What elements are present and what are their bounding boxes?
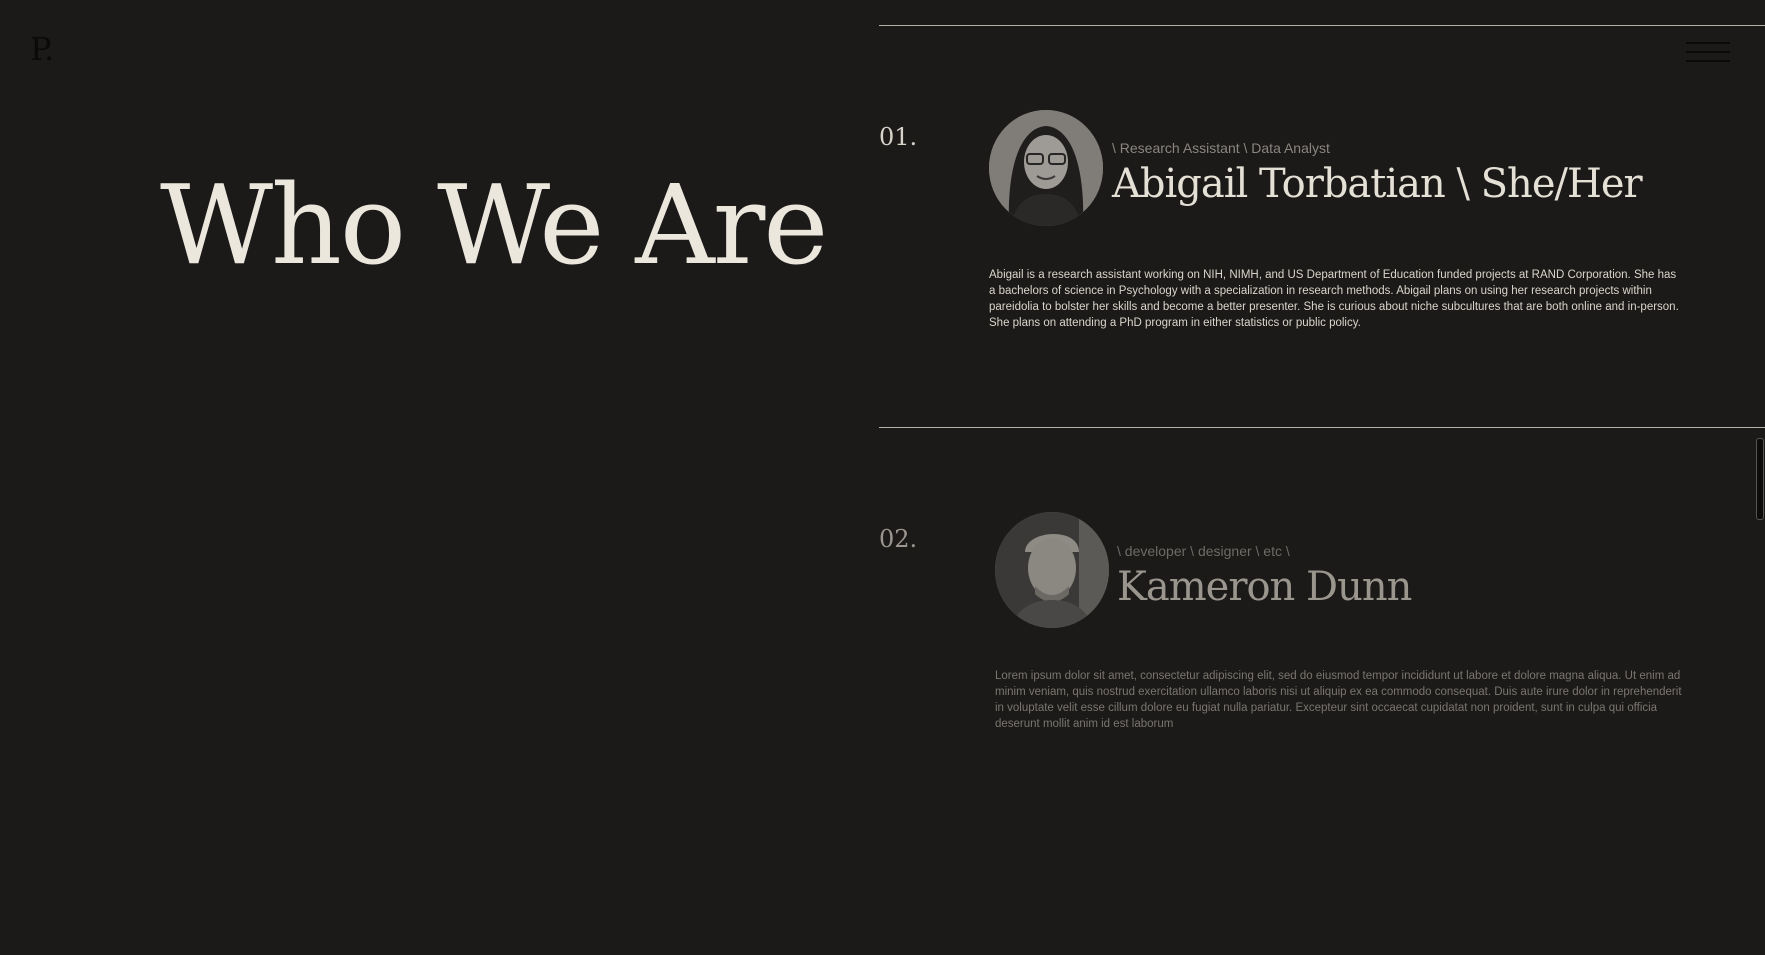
section-divider [879,427,1765,428]
member-roles: \ Research Assistant \ Data Analyst [1112,140,1330,156]
portrait-image [995,512,1109,628]
member-name: Abigail Torbatian \ She/Her [1112,161,1643,207]
hamburger-menu-icon[interactable] [1686,38,1730,64]
member-photo [989,110,1103,226]
menu-line [1686,51,1730,53]
member-photo [995,512,1109,628]
section-divider [879,25,1765,26]
member-name: Kameron Dunn [1117,564,1412,610]
site-logo[interactable]: P. [30,30,54,68]
member-bio: Abigail is a research assistant working … [989,269,1679,329]
menu-line [1686,60,1730,62]
menu-line [1686,42,1730,44]
portrait-image [989,110,1103,226]
page-title: Who We Are [160,161,828,289]
member-roles: \ developer \ designer \ etc \ [1117,543,1290,559]
scrollbar-thumb[interactable] [1756,438,1764,520]
page: P. Who We Are 01. \ Research Assistant \… [0,0,1765,955]
member-number: 02. [879,525,918,553]
member-bio: Lorem ipsum dolor sit amet, consectetur … [995,670,1682,730]
member-number: 01. [879,123,918,151]
